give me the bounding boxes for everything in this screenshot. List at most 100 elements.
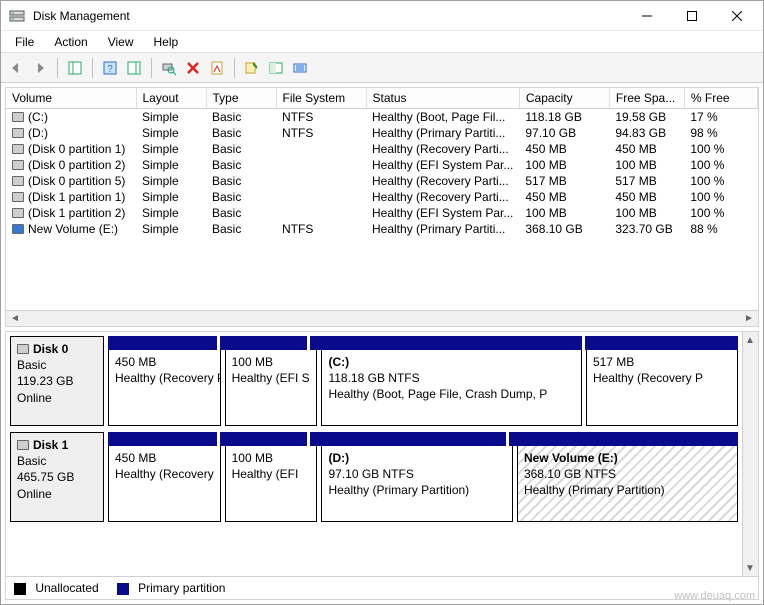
- col-volume[interactable]: Volume: [6, 88, 136, 109]
- volume-free: 100 MB: [609, 157, 684, 173]
- graphical-view-button[interactable]: [265, 57, 287, 79]
- delete-button[interactable]: [182, 57, 204, 79]
- table-row[interactable]: (C:) Simple Basic NTFS Healthy (Boot, Pa…: [6, 109, 758, 126]
- col-capacity[interactable]: Capacity: [519, 88, 609, 109]
- partition-box[interactable]: 450 MB Healthy (Recovery: [108, 446, 221, 522]
- volume-layout: Simple: [136, 109, 206, 126]
- vertical-scrollbar[interactable]: ▲ ▼: [742, 332, 758, 576]
- volume-table[interactable]: Volume Layout Type File System Status Ca…: [6, 88, 758, 237]
- close-button[interactable]: [714, 2, 759, 30]
- col-free[interactable]: Free Spa...: [609, 88, 684, 109]
- scroll-down-icon[interactable]: ▼: [743, 562, 757, 574]
- drive-icon: [12, 208, 24, 218]
- disk-label[interactable]: Disk 0 Basic 119.23 GB Online: [10, 336, 104, 426]
- col-fs[interactable]: File System: [276, 88, 366, 109]
- show-hide-action-pane-button[interactable]: [123, 57, 145, 79]
- col-status[interactable]: Status: [366, 88, 519, 109]
- volume-capacity: 450 MB: [519, 189, 609, 205]
- volume-free: 450 MB: [609, 189, 684, 205]
- properties-button[interactable]: [206, 57, 228, 79]
- menu-action[interactable]: Action: [44, 33, 97, 51]
- table-row[interactable]: (Disk 0 partition 2) Simple Basic Health…: [6, 157, 758, 173]
- volume-status: Healthy (Recovery Parti...: [366, 173, 519, 189]
- partition-size: 100 MB: [232, 354, 311, 370]
- horizontal-scrollbar[interactable]: ◄ ►: [6, 310, 758, 326]
- table-row[interactable]: (D:) Simple Basic NTFS Healthy (Primary …: [6, 125, 758, 141]
- volume-layout: Simple: [136, 157, 206, 173]
- scroll-up-icon[interactable]: ▲: [743, 334, 757, 346]
- drive-icon: [12, 224, 24, 234]
- volume-name: (C:): [28, 110, 48, 124]
- volume-fs: [276, 205, 366, 221]
- partition-box[interactable]: (C:) 118.18 GB NTFS Healthy (Boot, Page …: [321, 350, 581, 426]
- legend-primary: Primary partition: [117, 581, 226, 595]
- partition-status: Healthy (Boot, Page File, Crash Dump, P: [328, 386, 574, 402]
- volume-pctfree: 100 %: [684, 141, 757, 157]
- volume-type: Basic: [206, 141, 276, 157]
- volume-pctfree: 88 %: [684, 221, 757, 237]
- volume-capacity: 100 MB: [519, 205, 609, 221]
- volume-free: 100 MB: [609, 205, 684, 221]
- partition-label: (D:): [328, 450, 505, 466]
- partition-box[interactable]: New Volume (E:) 368.10 GB NTFS Healthy (…: [517, 446, 738, 522]
- col-type[interactable]: Type: [206, 88, 276, 109]
- menu-help[interactable]: Help: [144, 33, 189, 51]
- volume-fs: [276, 141, 366, 157]
- col-pctfree[interactable]: % Free: [684, 88, 757, 109]
- partition-status: Healthy (Primary Partition): [328, 482, 505, 498]
- volumes-list-button[interactable]: [241, 57, 263, 79]
- titlebar[interactable]: Disk Management: [1, 1, 763, 31]
- svg-text:?: ?: [107, 64, 113, 75]
- menubar: File Action View Help: [1, 31, 763, 53]
- scroll-left-icon[interactable]: ◄: [8, 313, 22, 325]
- settings-button[interactable]: [289, 57, 311, 79]
- table-row[interactable]: (Disk 1 partition 2) Simple Basic Health…: [6, 205, 758, 221]
- disk-row: Disk 1 Basic 465.75 GB Online 450 MB Hea…: [10, 432, 738, 522]
- show-hide-console-tree-button[interactable]: [64, 57, 86, 79]
- table-row[interactable]: (Disk 0 partition 1) Simple Basic Health…: [6, 141, 758, 157]
- disk-type: Basic: [17, 453, 97, 469]
- partition-box[interactable]: 100 MB Healthy (EFI: [225, 446, 318, 522]
- partition-box[interactable]: 450 MB Healthy (Recovery P: [108, 350, 221, 426]
- partition-box[interactable]: (D:) 97.10 GB NTFS Healthy (Primary Part…: [321, 446, 512, 522]
- volume-layout: Simple: [136, 141, 206, 157]
- toolbar-separator: [234, 58, 235, 78]
- partition-size: 450 MB: [115, 354, 214, 370]
- disk-state: Online: [17, 486, 97, 502]
- help-button[interactable]: ?: [99, 57, 121, 79]
- disk-size: 465.75 GB: [17, 469, 97, 485]
- maximize-button[interactable]: [669, 2, 714, 30]
- volume-fs: [276, 189, 366, 205]
- partition-box[interactable]: 517 MB Healthy (Recovery P: [586, 350, 738, 426]
- volume-type: Basic: [206, 125, 276, 141]
- content: Volume Layout Type File System Status Ca…: [1, 83, 763, 604]
- col-layout[interactable]: Layout: [136, 88, 206, 109]
- volume-name: (Disk 0 partition 1): [28, 142, 125, 156]
- app-icon: [9, 8, 25, 24]
- legend-label: Unallocated: [35, 581, 98, 595]
- menu-view[interactable]: View: [98, 33, 144, 51]
- volume-status: Healthy (Primary Partiti...: [366, 125, 519, 141]
- table-row[interactable]: (Disk 1 partition 1) Simple Basic Health…: [6, 189, 758, 205]
- volume-free: 323.70 GB: [609, 221, 684, 237]
- menu-file[interactable]: File: [5, 33, 44, 51]
- table-row[interactable]: New Volume (E:) Simple Basic NTFS Health…: [6, 221, 758, 237]
- volume-type: Basic: [206, 189, 276, 205]
- partition-size: 118.18 GB NTFS: [328, 370, 574, 386]
- volume-pctfree: 100 %: [684, 157, 757, 173]
- scroll-right-icon[interactable]: ►: [742, 313, 756, 325]
- volume-type: Basic: [206, 109, 276, 126]
- disk-partitions: 450 MB Healthy (Recovery 100 MB Healthy …: [108, 432, 738, 522]
- disk-label[interactable]: Disk 1 Basic 465.75 GB Online: [10, 432, 104, 522]
- minimize-button[interactable]: [624, 2, 669, 30]
- table-header-row: Volume Layout Type File System Status Ca…: [6, 88, 758, 109]
- partition-status: Healthy (Recovery P: [115, 370, 214, 386]
- search-button[interactable]: [158, 57, 180, 79]
- back-button[interactable]: [5, 57, 27, 79]
- volume-type: Basic: [206, 157, 276, 173]
- partition-box[interactable]: 100 MB Healthy (EFI S: [225, 350, 318, 426]
- volume-free: 450 MB: [609, 141, 684, 157]
- forward-button[interactable]: [29, 57, 51, 79]
- table-row[interactable]: (Disk 0 partition 5) Simple Basic Health…: [6, 173, 758, 189]
- volume-name: (Disk 0 partition 2): [28, 158, 125, 172]
